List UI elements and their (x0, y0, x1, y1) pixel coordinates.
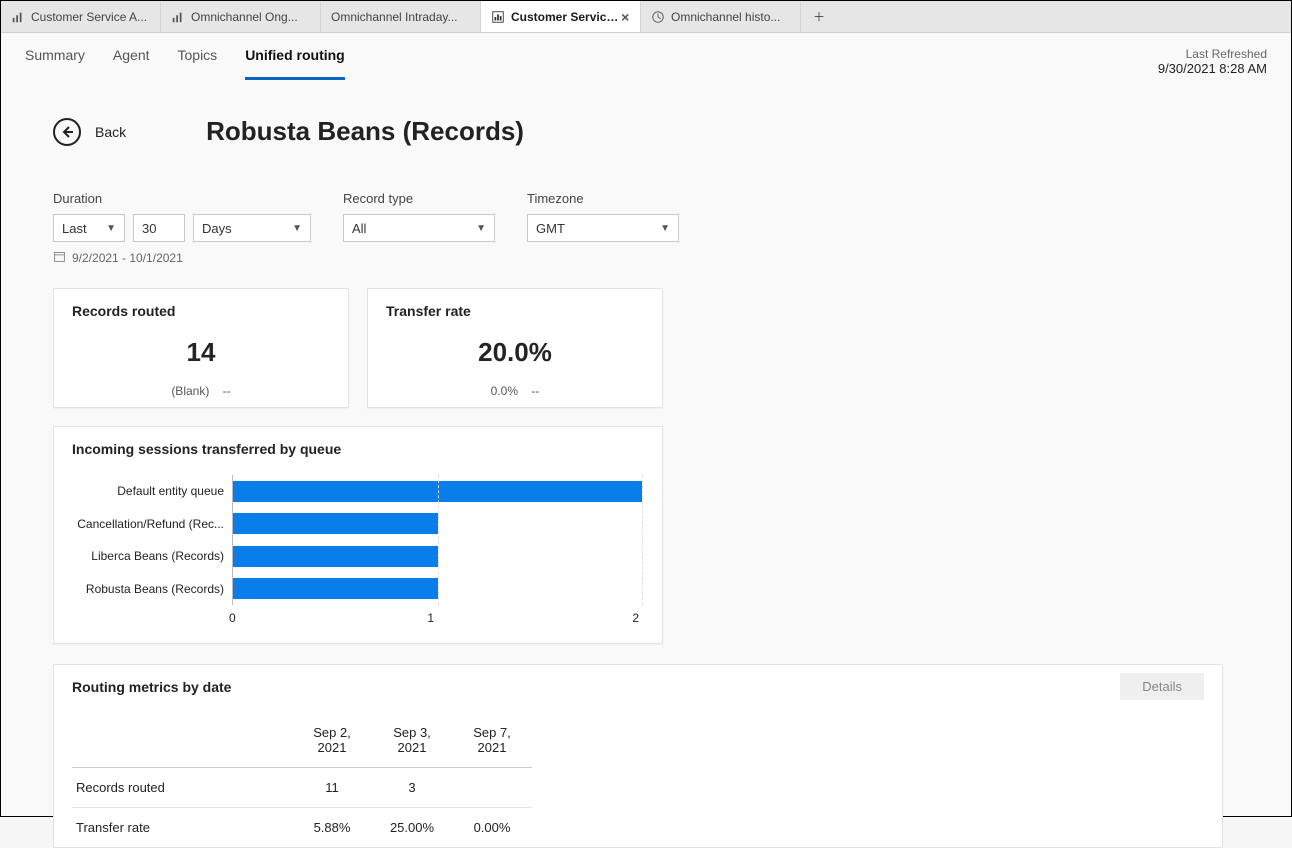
last-refreshed-label: Last Refreshed (1158, 47, 1267, 61)
kpi-title: Transfer rate (386, 303, 644, 319)
record-type-label: Record type (343, 191, 495, 206)
filter-record-type: Record type All ▼ (343, 191, 495, 266)
subtab-summary[interactable]: Summary (25, 47, 85, 80)
chart-icon (11, 10, 25, 24)
table-header-date: Sep 2, 2021 (292, 725, 372, 768)
chart-title: Incoming sessions transferred by queue (72, 441, 644, 457)
metrics-title: Routing metrics by date (72, 679, 1204, 695)
top-tab-strip: Customer Service A... Omnichannel Ong...… (1, 1, 1291, 33)
tab-label: Omnichannel Ong... (191, 10, 310, 24)
duration-count-select[interactable]: 30 (133, 214, 185, 242)
top-tab-customer-service-a[interactable]: Customer Service A... (1, 1, 161, 32)
chart-icon (171, 10, 185, 24)
bar (233, 578, 438, 599)
duration-unit-select[interactable]: Days ▼ (193, 214, 311, 242)
bar (233, 513, 438, 534)
kpi-sub-dash: -- (223, 384, 231, 398)
kpi-sub-dash: -- (531, 384, 539, 398)
tab-label: Customer Service A... (31, 10, 150, 24)
subtab-agent[interactable]: Agent (113, 47, 150, 80)
subtab-topics[interactable]: Topics (178, 47, 218, 80)
chevron-down-icon: ▼ (660, 223, 670, 234)
chart-card-sessions-by-queue: Incoming sessions transferred by queue D… (53, 426, 663, 644)
last-refreshed-time: 9/30/2021 8:28 AM (1158, 61, 1267, 76)
subtab-unified-routing[interactable]: Unified routing (245, 47, 345, 80)
cell: 25.00% (372, 808, 452, 848)
table-header-date: Sep 3, 2021 (372, 725, 452, 768)
routing-metrics-table: Sep 2, 2021 Sep 3, 2021 Sep 7, 2021 Reco… (72, 725, 532, 847)
cell: 11 (292, 768, 372, 808)
top-tab-omnichannel-histo[interactable]: Omnichannel histo... (641, 1, 801, 32)
page-title: Robusta Beans (Records) (206, 116, 524, 147)
details-button[interactable]: Details (1120, 673, 1204, 700)
timezone-label: Timezone (527, 191, 679, 206)
kpi-value: 20.0% (386, 337, 644, 368)
duration-mode-select[interactable]: Last ▼ (53, 214, 125, 242)
record-type-select[interactable]: All ▼ (343, 214, 495, 242)
kpi-value: 14 (72, 337, 330, 368)
tab-label: Omnichannel Intraday... (331, 10, 470, 24)
back-label: Back (95, 124, 126, 140)
chevron-down-icon: ▼ (292, 223, 302, 234)
report-subnav: Summary Agent Topics Unified routing (1, 33, 1291, 80)
timezone-value: GMT (536, 221, 565, 236)
filter-duration: Duration Last ▼ 30 Days ▼ (53, 191, 311, 266)
workspace: Summary Agent Topics Unified routing Las… (1, 33, 1291, 816)
tab-label: Customer Service historic... (511, 10, 620, 24)
calendar-icon (53, 250, 66, 266)
timezone-select[interactable]: GMT ▼ (527, 214, 679, 242)
top-tab-omnichannel-intraday[interactable]: Omnichannel Intraday... (321, 1, 481, 32)
cell: 5.88% (292, 808, 372, 848)
table-row: Transfer rate 5.88% 25.00% 0.00% (72, 808, 532, 848)
back-arrow-icon (53, 118, 81, 146)
tab-label: Omnichannel histo... (671, 10, 790, 24)
x-tick: 2 (434, 611, 639, 625)
duration-range: 9/2/2021 - 10/1/2021 (72, 251, 183, 265)
filter-bar: Duration Last ▼ 30 Days ▼ (53, 191, 1243, 266)
duration-mode-value: Last (62, 221, 87, 236)
cell (452, 768, 532, 808)
duration-label: Duration (53, 191, 311, 206)
last-refreshed: Last Refreshed 9/30/2021 8:28 AM (1158, 47, 1267, 76)
kpi-transfer-rate: Transfer rate 20.0% 0.0% -- (367, 288, 663, 408)
kpi-sub-label: 0.0% (491, 384, 518, 398)
row-label: Transfer rate (72, 808, 292, 848)
cell: 3 (372, 768, 452, 808)
close-icon[interactable]: × (620, 9, 630, 25)
kpi-sub-label: (Blank) (171, 384, 209, 398)
top-tab-omnichannel-ong[interactable]: Omnichannel Ong... (161, 1, 321, 32)
back-button[interactable]: Back (53, 118, 126, 146)
routing-metrics-card: Details Routing metrics by date Sep 2, 2… (53, 664, 1223, 848)
cell: 0.00% (452, 808, 532, 848)
table-header-date: Sep 7, 2021 (452, 725, 532, 768)
chevron-down-icon: ▼ (106, 223, 116, 234)
top-tab-customer-service-historic[interactable]: Customer Service historic... × (481, 1, 641, 32)
kpi-records-routed: Records routed 14 (Blank) -- (53, 288, 349, 408)
bar (233, 546, 438, 567)
bar-category-label: Robusta Beans (Records) (72, 582, 232, 596)
bar-category-label: Cancellation/Refund (Rec... (72, 517, 232, 531)
new-tab-button[interactable]: ＋ (801, 1, 837, 32)
record-type-value: All (352, 221, 366, 236)
report-icon (491, 10, 505, 24)
history-icon (651, 10, 665, 24)
duration-count-value: 30 (142, 221, 156, 236)
chevron-down-icon: ▼ (476, 223, 486, 234)
bar-category-label: Default entity queue (72, 484, 232, 498)
row-label: Records routed (72, 768, 292, 808)
x-tick: 1 (229, 611, 434, 625)
bar-category-label: Liberca Beans (Records) (72, 549, 232, 563)
duration-unit-value: Days (202, 221, 232, 236)
filter-timezone: Timezone GMT ▼ (527, 191, 679, 266)
table-row: Records routed 11 3 (72, 768, 532, 808)
kpi-title: Records routed (72, 303, 330, 319)
plus-icon: ＋ (813, 8, 825, 25)
